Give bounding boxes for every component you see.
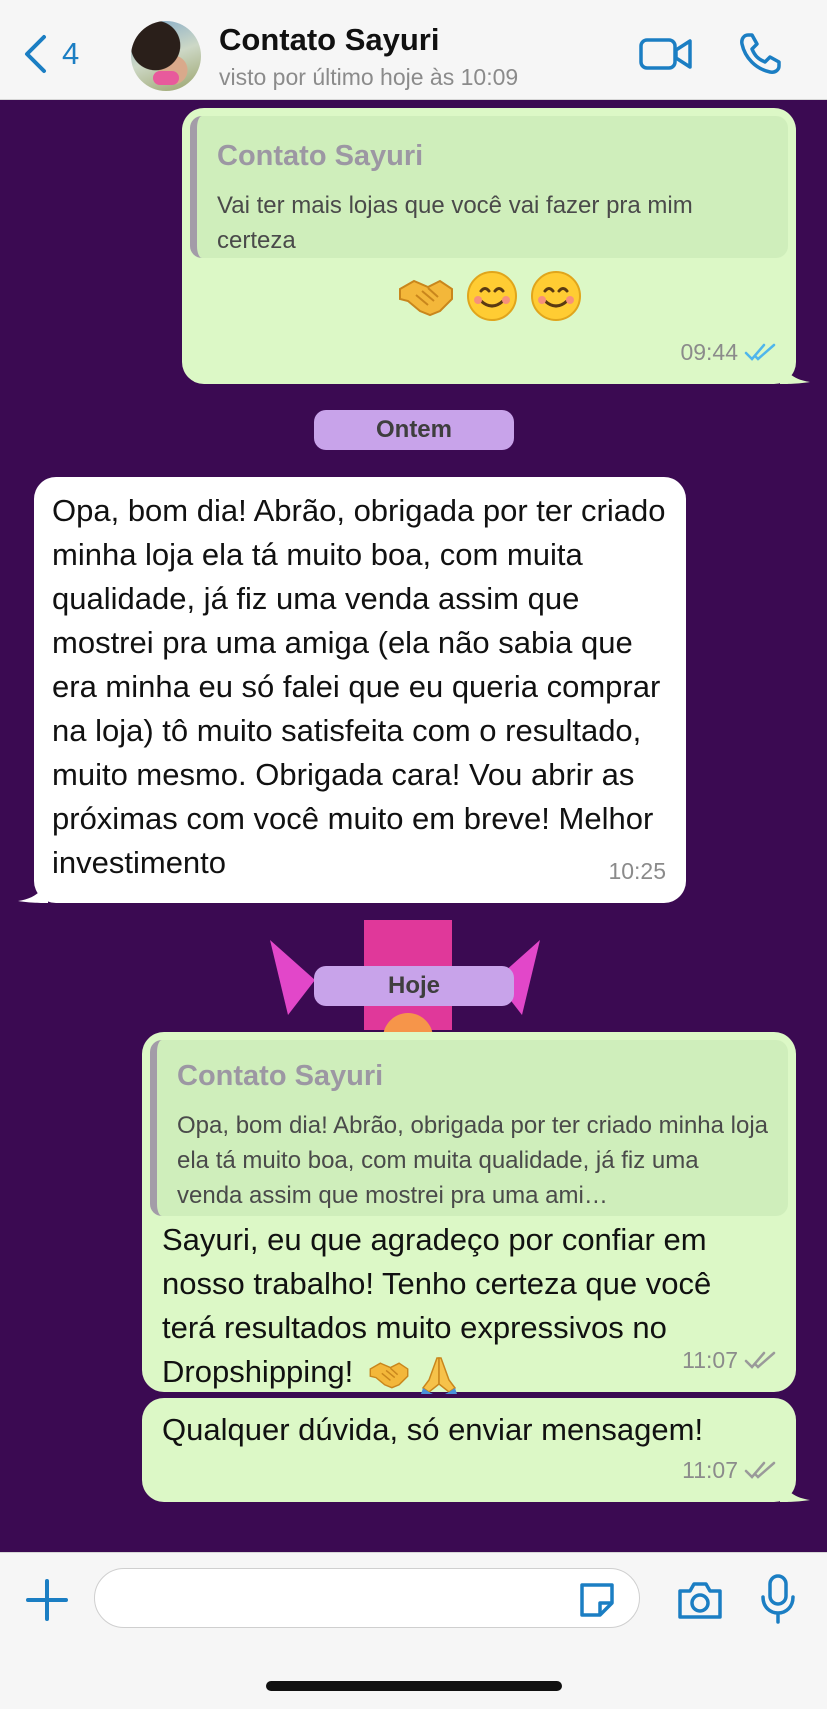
bubble-tail [780,1478,810,1502]
time-label: 09:44 [680,339,738,365]
smiling-face-icon [467,271,517,321]
message-time: 11:07 [682,1338,778,1382]
chat-screen: 4 Contato Sayuri visto por último hoje à… [0,0,827,1709]
date-separator: Ontem [314,410,514,450]
message-input[interactable] [94,1568,640,1628]
read-ticks-icon [744,343,776,361]
message-bubble-incoming[interactable]: Opa, bom dia! Abrão, obrigada por ter cr… [18,477,686,903]
handshake-icon [399,279,453,317]
quoted-text: Vai ter mais lojas que você vai fazer pr… [217,192,693,254]
chat-header: 4 Contato Sayuri visto por último hoje à… [0,0,827,100]
camera-button[interactable] [676,1579,724,1621]
message-time: 09:44 [680,330,778,374]
bubble-tail [780,360,810,384]
bubble-tail [18,879,48,903]
delivered-ticks-icon [744,1351,776,1369]
phone-icon [740,33,781,74]
message-time: 10:25 [608,849,666,893]
date-separator: Hoje [314,966,514,1006]
time-label: 10:25 [608,858,666,884]
plus-icon [26,1579,68,1621]
chat-thread[interactable]: Contato Sayuri Vai ter mais lojas que vo… [0,100,827,1552]
message-bubble-outgoing[interactable]: Contato Sayuri Vai ter mais lojas que vo… [182,108,810,384]
video-camera-icon [639,38,692,70]
quoted-sender: Contato Sayuri [177,1060,384,1092]
home-indicator [266,1681,562,1691]
emoji-row [398,268,588,324]
message-text: Qualquer dúvida, só enviar mensagem! [162,1412,704,1447]
smiling-face-icon [531,271,581,321]
attach-button[interactable] [24,1577,70,1623]
folded-hands-icon [420,1357,457,1394]
delivered-ticks-icon [744,1461,776,1479]
contact-name[interactable]: Contato Sayuri [219,22,439,58]
handshake-icon [369,1362,409,1389]
camera-icon [678,1582,722,1619]
voice-call-button[interactable] [736,30,784,78]
last-seen-status: visto por último hoje às 10:09 [219,64,519,90]
video-call-button[interactable] [638,30,694,78]
microphone-icon [761,1574,795,1624]
sticker-icon [580,1583,614,1617]
message-bubble-outgoing[interactable]: Qualquer dúvida, só enviar mensagem! 11:… [142,1398,810,1502]
unread-count: 4 [62,36,80,71]
voice-message-button[interactable] [758,1573,798,1625]
message-time: 11:07 [682,1448,778,1492]
chevron-left-icon [25,35,46,73]
time-label: 11:07 [682,1347,738,1373]
quoted-message[interactable]: Contato Sayuri Vai ter mais lojas que vo… [190,116,788,258]
message-bubble-outgoing[interactable]: Contato Sayuri Opa, bom dia! Abrão, obri… [142,1032,796,1394]
quoted-text: Opa, bom dia! Abrão, obrigada por ter cr… [177,1112,769,1209]
quoted-message[interactable]: Contato Sayuri Opa, bom dia! Abrão, obri… [150,1040,788,1216]
avatar[interactable] [131,21,201,91]
quoted-sender: Contato Sayuri [217,140,424,172]
message-text: Opa, bom dia! Abrão, obrigada por ter cr… [52,493,666,880]
sticker-button[interactable] [576,1579,618,1621]
time-label: 11:07 [682,1457,738,1483]
message-body: Sayuri, eu que agradeço por confiar em n… [162,1218,772,1394]
back-button[interactable]: 4 [22,34,92,74]
